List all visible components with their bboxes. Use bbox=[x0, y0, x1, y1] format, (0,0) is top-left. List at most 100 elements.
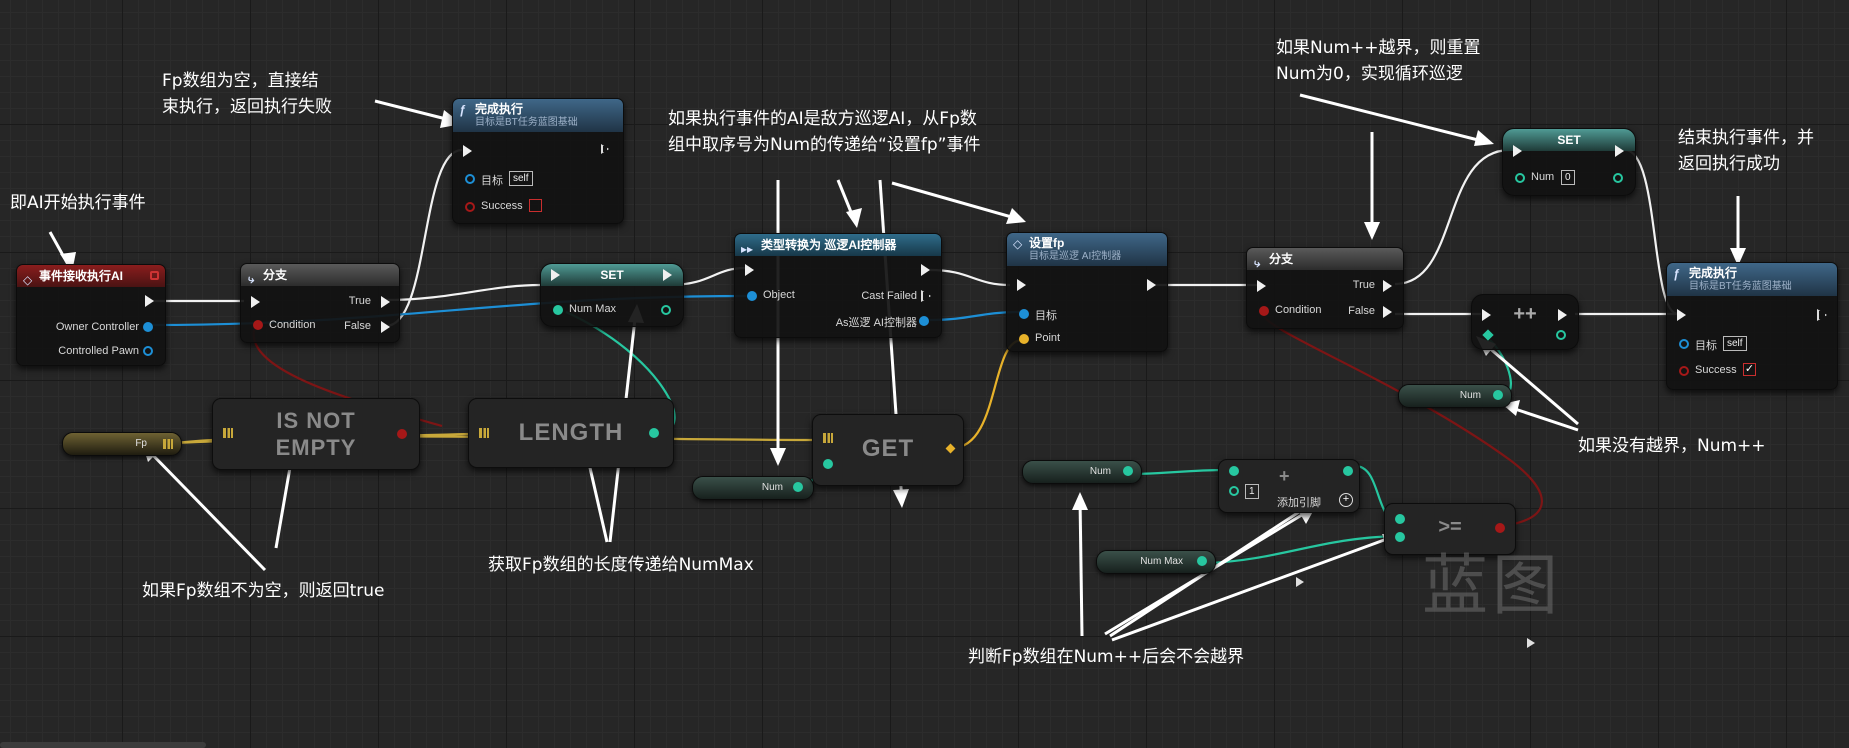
length-node[interactable]: LENGTH bbox=[468, 398, 674, 468]
nummax-out-pin[interactable] bbox=[1197, 556, 1207, 566]
success-label: Success bbox=[481, 200, 523, 212]
reroute-indicator bbox=[1527, 638, 1535, 648]
cast-node[interactable]: ▸▸ 类型转换为 巡逻AI控制器 Object Cast Failed As巡逻… bbox=[734, 233, 942, 338]
false-label: False bbox=[344, 320, 371, 332]
target-pin[interactable] bbox=[1019, 309, 1029, 319]
b-in-pin[interactable] bbox=[1229, 486, 1239, 496]
arrowhead bbox=[846, 208, 862, 228]
b-value-field[interactable]: 1 bbox=[1245, 484, 1259, 499]
annotation-increment: 如果没有越界，Num++ bbox=[1578, 436, 1766, 456]
owner-controller-pin[interactable] bbox=[143, 322, 153, 332]
cast-failed-label: Cast Failed bbox=[861, 290, 917, 302]
finish-execute-success-node[interactable]: ƒ 完成执行 目标是BT任务蓝图基础 目标 self Success ✓ bbox=[1666, 262, 1838, 390]
true-exec-pin[interactable] bbox=[381, 296, 390, 308]
exec-out-pin[interactable] bbox=[1558, 309, 1567, 321]
false-exec-pin[interactable] bbox=[1383, 306, 1392, 318]
finish-title: 完成执行 bbox=[1689, 266, 1738, 280]
false-exec-pin[interactable] bbox=[381, 321, 390, 333]
as-patrol-pin[interactable] bbox=[919, 316, 929, 326]
nummax-in-pin[interactable] bbox=[553, 305, 563, 315]
finish-execute-fail-node[interactable]: ƒ 完成执行 目标是BT任务蓝图基础 目标 self Success bbox=[452, 98, 624, 224]
target-label: 目标 bbox=[1035, 310, 1057, 322]
exec-in-pin[interactable] bbox=[1017, 279, 1026, 291]
get-title: GET bbox=[861, 435, 915, 462]
add-pin-label[interactable]: 添加引脚 bbox=[1277, 494, 1321, 510]
blueprint-watermark: 蓝图 bbox=[1422, 547, 1562, 624]
num-value-field[interactable]: 0 bbox=[1561, 170, 1575, 185]
nummax-label: Num Max bbox=[1140, 556, 1183, 567]
exec-out-pin[interactable] bbox=[145, 295, 154, 307]
true-exec-pin[interactable] bbox=[1383, 280, 1392, 292]
nummax-variable-node[interactable]: Num Max bbox=[1096, 550, 1216, 574]
condition-pin[interactable] bbox=[1259, 306, 1269, 316]
target-pin[interactable] bbox=[465, 174, 475, 184]
increment-node[interactable]: ++ bbox=[1471, 294, 1579, 350]
set-header: SET bbox=[541, 264, 683, 286]
a-in-pin[interactable] bbox=[1229, 466, 1239, 476]
get-node[interactable]: GET bbox=[812, 414, 964, 486]
num-out-pin[interactable] bbox=[1493, 390, 1503, 400]
controlled-pawn-pin[interactable] bbox=[143, 346, 153, 356]
exec-out-hollow-icon[interactable] bbox=[1817, 309, 1827, 321]
annotation-not-empty: 如果Fp数组不为空，则返回true bbox=[142, 581, 385, 601]
num-label: Num bbox=[761, 482, 783, 493]
int-out-pin[interactable] bbox=[649, 428, 659, 438]
branch-title: 分支 bbox=[263, 268, 288, 282]
horizontal-scrollbar[interactable] bbox=[0, 742, 206, 748]
blueprint-graph[interactable]: ◇ 事件接收执行AI Owner Controller Controlled P… bbox=[0, 0, 1849, 748]
success-pin[interactable] bbox=[465, 202, 475, 212]
object-pin[interactable] bbox=[747, 291, 757, 301]
exec-out-pin[interactable] bbox=[1147, 279, 1156, 291]
num-variable-node[interactable]: Num bbox=[692, 476, 814, 500]
exec-out-pin[interactable] bbox=[663, 269, 672, 281]
point-pin[interactable] bbox=[1019, 334, 1029, 344]
condition-pin[interactable] bbox=[253, 320, 263, 330]
success-checkbox[interactable] bbox=[529, 199, 542, 212]
array-in-pin[interactable] bbox=[223, 428, 233, 438]
num-variable-node-2[interactable]: Num bbox=[1022, 460, 1142, 484]
num-out-pin[interactable] bbox=[1613, 173, 1623, 183]
self-field[interactable]: self bbox=[1723, 336, 1747, 351]
condition-label: Condition bbox=[1275, 304, 1322, 316]
add-node[interactable]: 1 + 添加引脚 + bbox=[1218, 459, 1360, 513]
is-not-empty-node[interactable]: IS NOT EMPTY bbox=[212, 398, 420, 470]
target-pin[interactable] bbox=[1679, 339, 1689, 349]
set-num-node[interactable]: SET Num 0 bbox=[1502, 128, 1636, 196]
cast-failed-pin[interactable] bbox=[921, 290, 931, 302]
success-pin[interactable] bbox=[1679, 366, 1689, 376]
exec-in-pin[interactable] bbox=[251, 296, 260, 308]
num-out-pin[interactable] bbox=[793, 482, 803, 492]
event-node[interactable]: ◇ 事件接收执行AI Owner Controller Controlled P… bbox=[16, 264, 166, 366]
annotation-event-start: 即AI开始执行事件 bbox=[10, 193, 146, 213]
add-pin-icon[interactable]: + bbox=[1339, 493, 1353, 507]
branch-node-1[interactable]: ⤷ 分支 True Condition False bbox=[240, 263, 400, 343]
exec-in-pin[interactable] bbox=[1513, 145, 1522, 157]
exec-in-pin[interactable] bbox=[551, 269, 560, 281]
bool-out-pin[interactable] bbox=[397, 429, 407, 439]
branch-node-2[interactable]: ⤷ 分支 True Condition False bbox=[1246, 247, 1404, 329]
annotation-arrow bbox=[891, 181, 1023, 222]
num-variable-node-3[interactable]: Num bbox=[1398, 384, 1512, 408]
delegate-pin[interactable] bbox=[150, 271, 159, 280]
success-checkbox-checked[interactable]: ✓ bbox=[1743, 363, 1756, 376]
int-out-pin[interactable] bbox=[1556, 330, 1566, 340]
int-out-pin[interactable] bbox=[1343, 466, 1353, 476]
annotation-reset-num: 如果Num++越界，则重置 Num为0，实现循环巡逻 bbox=[1276, 38, 1481, 84]
exec-in-pin[interactable] bbox=[1677, 309, 1686, 321]
exec-in-pin[interactable] bbox=[1257, 280, 1266, 292]
num-out-pin[interactable] bbox=[1123, 466, 1133, 476]
exec-out-pin[interactable] bbox=[921, 264, 930, 276]
exec-out-pin[interactable] bbox=[1615, 145, 1624, 157]
branch-icon: ⤷ bbox=[247, 272, 254, 286]
target-label: 目标 bbox=[481, 175, 503, 187]
exec-in-pin[interactable] bbox=[745, 264, 754, 276]
set-nummax-node[interactable]: SET Num Max bbox=[540, 263, 684, 327]
array-pin-icon[interactable] bbox=[163, 439, 173, 449]
exec-in-pin[interactable] bbox=[463, 145, 472, 157]
int-ref-pin[interactable] bbox=[1482, 329, 1494, 341]
set-fp-node[interactable]: ◇ 设置fp 目标是巡逻 AI控制器 目标 Point bbox=[1006, 232, 1168, 352]
nummax-out-pin[interactable] bbox=[661, 305, 671, 315]
fp-variable-node[interactable]: Fp bbox=[62, 432, 182, 456]
self-field[interactable]: self bbox=[509, 171, 533, 186]
num-in-pin[interactable] bbox=[1515, 173, 1525, 183]
